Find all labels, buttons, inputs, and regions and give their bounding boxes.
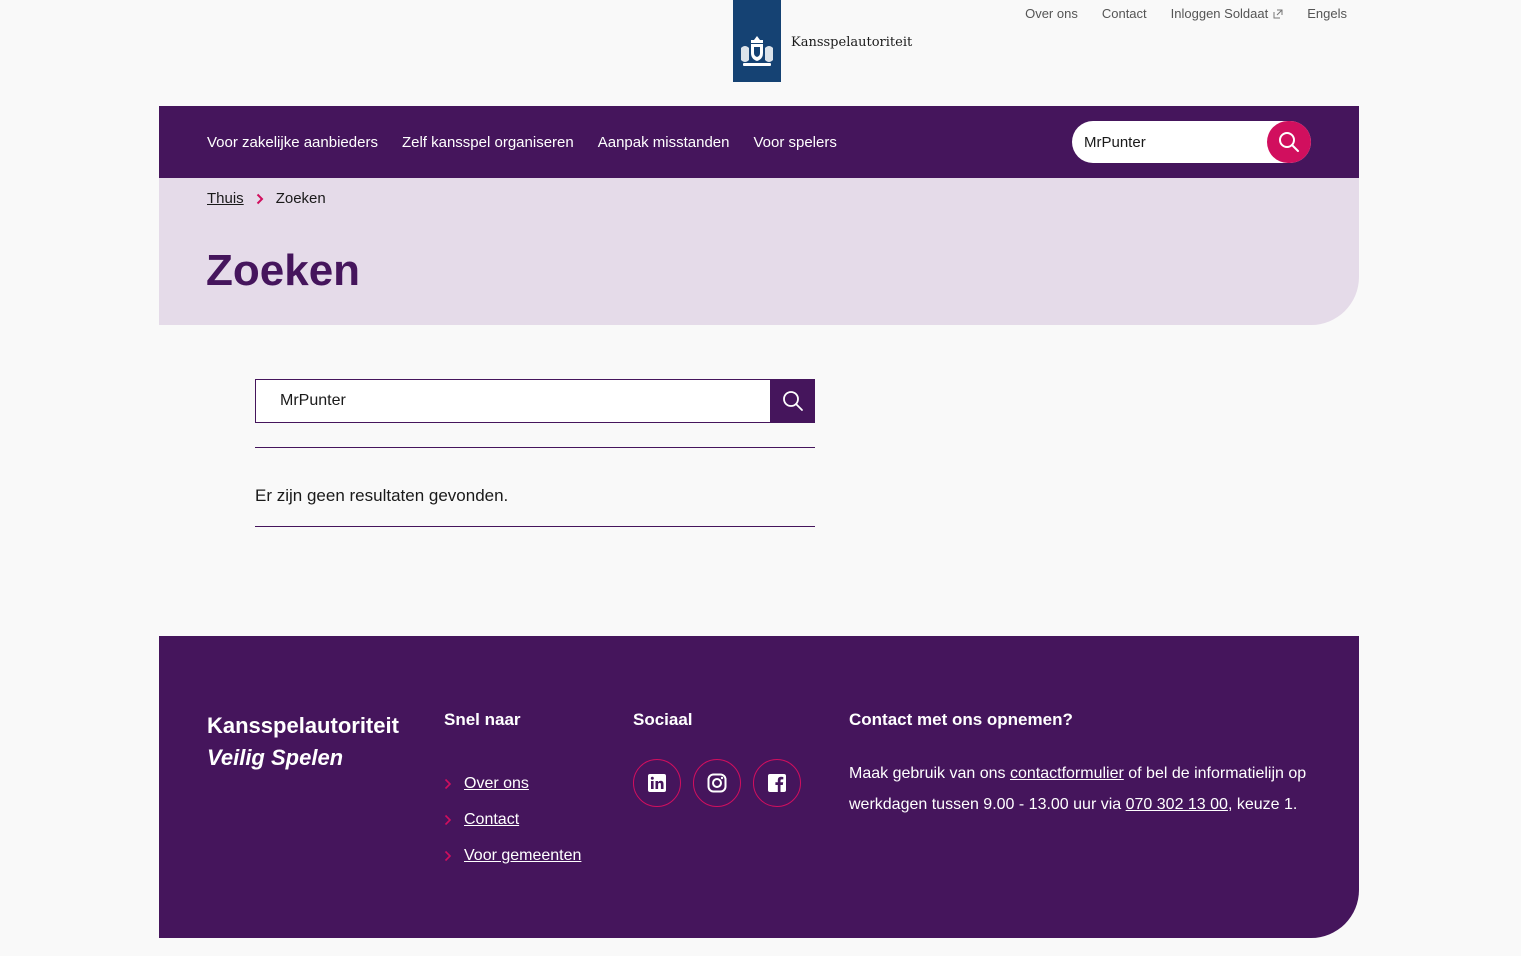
footer-link-label: Over ons xyxy=(464,775,529,792)
footer-link-contact[interactable]: Contact xyxy=(444,802,581,838)
footer-tagline: Veilig Spelen xyxy=(207,745,344,770)
rijksoverheid-logo[interactable] xyxy=(733,0,781,82)
search-form xyxy=(255,379,815,423)
footer-link-label: Contact xyxy=(464,811,520,828)
social-links xyxy=(633,759,801,807)
contact-text-part: , keuze 1. xyxy=(1227,796,1298,813)
chevron-right-icon xyxy=(444,850,452,862)
breadcrumb-home[interactable]: Thuis xyxy=(207,190,244,207)
nav-item-aanpak-misstanden[interactable]: Aanpak misstanden xyxy=(598,134,730,151)
footer-contact-heading: Contact met ons opnemen? xyxy=(849,710,1073,729)
contact-text-part: Maak gebruik van ons xyxy=(849,765,1010,782)
coat-of-arms-icon xyxy=(741,36,773,66)
phone-link[interactable]: 070 302 13 00 xyxy=(1126,796,1228,813)
divider xyxy=(255,447,815,448)
site-footer: Kansspelautoriteit Veilig Spelen Snel na… xyxy=(159,636,1359,938)
util-link-over-ons[interactable]: Over ons xyxy=(1025,6,1078,21)
search-icon xyxy=(1279,132,1299,152)
footer-social-heading: Sociaal xyxy=(633,710,693,729)
footer-link-over-ons[interactable]: Over ons xyxy=(444,766,581,802)
util-link-inloggen-soldaat[interactable]: Inloggen Soldaat xyxy=(1171,6,1284,21)
chevron-right-icon xyxy=(256,193,264,204)
nav-search-input[interactable] xyxy=(1084,133,1254,151)
contact-form-link[interactable]: contactformulier xyxy=(1010,765,1124,782)
linkedin-icon xyxy=(648,774,666,792)
chevron-right-icon xyxy=(444,778,452,790)
logo-wordmark[interactable]: Kansspelautoriteit xyxy=(791,35,912,50)
breadcrumb: Thuis Zoeken xyxy=(207,190,326,207)
linkedin-button[interactable] xyxy=(633,759,681,807)
no-results-message: Er zijn geen resultaten gevonden. xyxy=(255,486,509,505)
footer-link-label: Voor gemeenten xyxy=(464,847,582,864)
footer-quick-links-heading: Snel naar xyxy=(444,710,521,729)
footer-contact-text: Maak gebruik van ons contactformulier of… xyxy=(849,758,1319,820)
util-link-engels[interactable]: Engels xyxy=(1307,6,1347,21)
instagram-button[interactable] xyxy=(693,759,741,807)
nav-search-bar xyxy=(1072,121,1311,163)
facebook-icon xyxy=(768,774,786,792)
search-button[interactable] xyxy=(770,379,815,423)
chevron-right-icon xyxy=(444,814,452,826)
nav-search-button[interactable] xyxy=(1267,121,1311,163)
external-link-icon xyxy=(1273,9,1283,18)
instagram-icon xyxy=(707,773,727,793)
page-title: Zoeken xyxy=(206,246,361,295)
divider xyxy=(255,526,815,527)
footer-brand: Kansspelautoriteit Veilig Spelen xyxy=(207,710,399,774)
search-icon xyxy=(782,391,803,411)
breadcrumb-current: Zoeken xyxy=(275,190,326,207)
util-link-inloggen-label: Inloggen Soldaat xyxy=(1170,6,1269,21)
facebook-button[interactable] xyxy=(753,759,801,807)
nav-item-zakelijke-aanbieders[interactable]: Voor zakelijke aanbieders xyxy=(207,134,378,151)
utility-nav: Over ons Contact Inloggen Soldaat Engels xyxy=(1025,6,1347,21)
footer-brand-name: Kansspelautoriteit xyxy=(207,713,399,738)
page-hero: Thuis Zoeken Zoeken xyxy=(159,178,1359,325)
footer-link-voor-gemeenten[interactable]: Voor gemeenten xyxy=(444,838,581,874)
search-input[interactable] xyxy=(256,392,756,410)
util-link-contact[interactable]: Contact xyxy=(1102,6,1147,21)
nav-item-voor-spelers[interactable]: Voor spelers xyxy=(753,134,836,151)
main-nav: Voor zakelijke aanbieders Zelf kansspel … xyxy=(159,106,1359,178)
footer-quick-links: Over ons Contact Voor gemeenten xyxy=(444,766,581,874)
nav-item-zelf-kansspel[interactable]: Zelf kansspel organiseren xyxy=(402,134,574,151)
